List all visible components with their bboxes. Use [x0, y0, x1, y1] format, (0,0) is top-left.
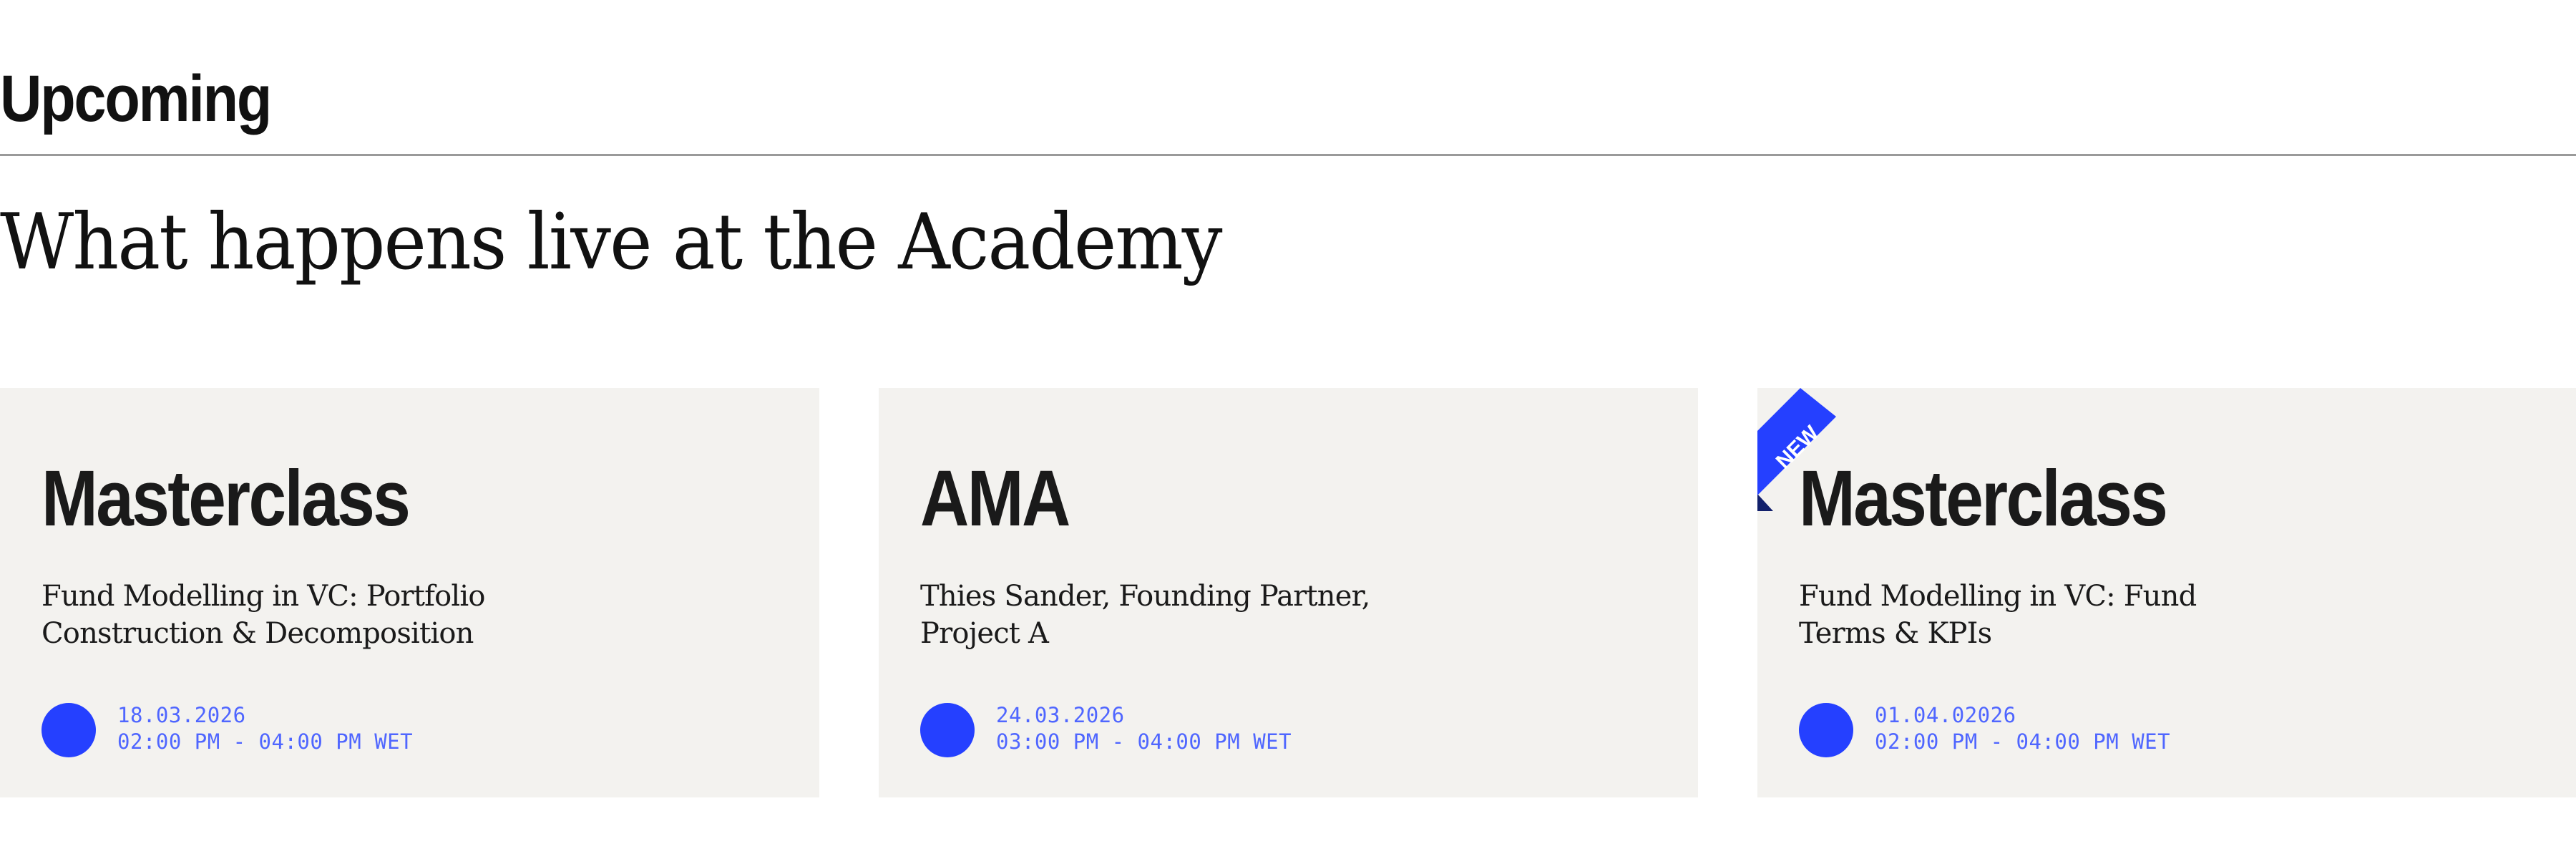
event-description: Thies Sander, Founding Partner, Project …: [920, 580, 1370, 650]
event-time: 03:00 PM - 04:00 PM WET: [996, 729, 1292, 754]
section-label: Upcoming: [0, 62, 272, 135]
event-date: 01.04.02026: [1875, 703, 2016, 727]
event-description: Fund Modelling in VC: Portfolio Construc…: [42, 580, 485, 650]
event-time: 02:00 PM - 04:00 PM WET: [117, 729, 414, 754]
page-headline: What happens live at the Academy: [0, 198, 1223, 287]
event-time: 02:00 PM - 04:00 PM WET: [1875, 729, 2171, 754]
event-dot-icon: [42, 703, 96, 757]
event-type: AMA: [920, 455, 1070, 543]
event-card[interactable]: Masterclass Fund Modelling in VC: Portfo…: [0, 388, 819, 797]
event-type: Masterclass: [42, 455, 411, 543]
event-type: Masterclass: [1799, 455, 2168, 543]
event-dot-icon: [1799, 703, 1853, 757]
event-dot-icon: [920, 703, 975, 757]
event-description: Fund Modelling in VC: Fund Terms & KPIs: [1799, 580, 2197, 650]
section-divider: [0, 154, 2576, 156]
event-date: 24.03.2026: [996, 703, 1125, 727]
event-card[interactable]: AMA Thies Sander, Founding Partner, Proj…: [879, 388, 1698, 797]
event-date: 18.03.2026: [117, 703, 246, 727]
event-card[interactable]: NEW Masterclass Fund Modelling in VC: Fu…: [1757, 388, 2576, 797]
